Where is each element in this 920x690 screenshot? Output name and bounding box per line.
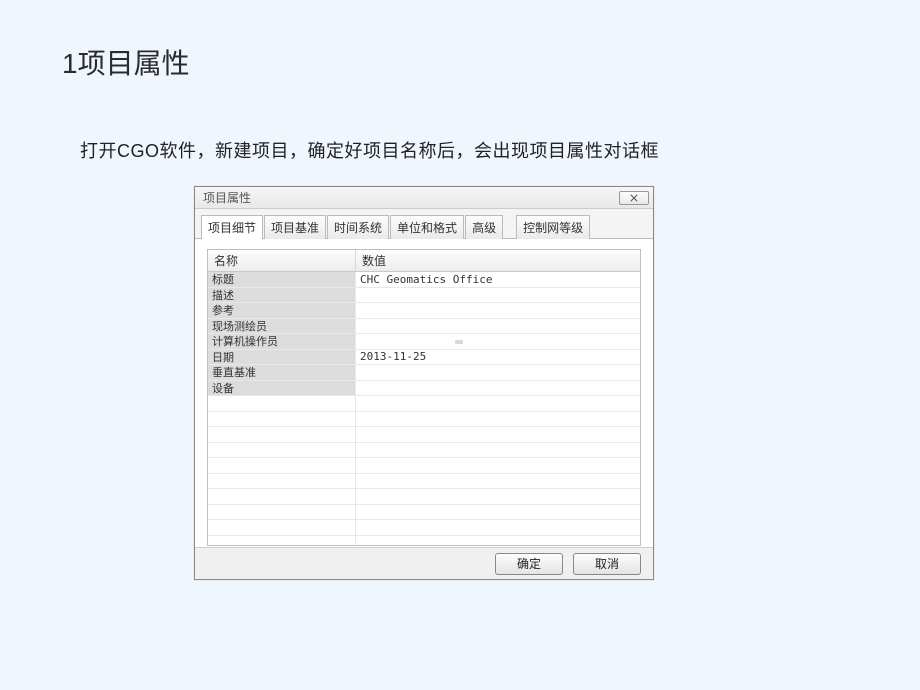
table-row[interactable]: 描述 (208, 288, 640, 304)
watermark-dot (455, 340, 463, 344)
row-name: 设备 (208, 381, 356, 396)
table-row-empty (208, 505, 640, 521)
table-row-empty (208, 427, 640, 443)
ok-button[interactable]: 确定 (495, 553, 563, 575)
table-row-empty (208, 536, 640, 547)
table-row[interactable]: 现场测绘员 (208, 319, 640, 335)
table-row-empty (208, 489, 640, 505)
row-name: 标题 (208, 272, 356, 287)
row-value[interactable] (356, 334, 640, 349)
table-row[interactable]: 日期 2013-11-25 (208, 350, 640, 366)
tab-bar: 项目细节 项目基准 时间系统 单位和格式 高级 控制网等级 (195, 209, 653, 239)
row-value[interactable] (356, 365, 640, 380)
row-value[interactable] (356, 303, 640, 318)
table-row[interactable]: 参考 (208, 303, 640, 319)
table-row-empty (208, 412, 640, 428)
table-row-empty (208, 520, 640, 536)
table-row-empty (208, 474, 640, 490)
row-value[interactable] (356, 319, 640, 334)
close-button[interactable] (619, 191, 649, 205)
grid-header: 名称 数值 (208, 250, 640, 272)
tab-project-datum[interactable]: 项目基准 (264, 215, 326, 239)
close-icon (630, 194, 638, 202)
page-description: 打开CGO软件，新建项目，确定好项目名称后，会出现项目属性对话框 (80, 137, 659, 163)
tab-project-details[interactable]: 项目细节 (201, 215, 263, 240)
dialog-footer: 确定 取消 (195, 547, 653, 579)
row-name: 参考 (208, 303, 356, 318)
dialog-titlebar: 项目属性 (195, 187, 653, 209)
properties-grid: 名称 数值 标题 CHC Geomatics Office 描述 参考 现场测绘… (207, 249, 641, 546)
row-name: 计算机操作员 (208, 334, 356, 349)
row-name: 现场测绘员 (208, 319, 356, 334)
grid-body: 标题 CHC Geomatics Office 描述 参考 现场测绘员 计算机操… (208, 272, 640, 546)
table-row-empty (208, 458, 640, 474)
grid-header-value[interactable]: 数值 (356, 250, 640, 271)
row-value[interactable] (356, 288, 640, 303)
table-row-empty (208, 396, 640, 412)
table-row[interactable]: 设备 (208, 381, 640, 397)
grid-header-name[interactable]: 名称 (208, 250, 356, 271)
table-row[interactable]: 计算机操作员 (208, 334, 640, 350)
row-name: 垂直基准 (208, 365, 356, 380)
tab-units-format[interactable]: 单位和格式 (390, 215, 464, 239)
page-title: 1项目属性 (62, 42, 190, 82)
dialog-title: 项目属性 (203, 189, 251, 206)
table-row-empty (208, 443, 640, 459)
cancel-button[interactable]: 取消 (573, 553, 641, 575)
row-value[interactable]: CHC Geomatics Office (356, 272, 640, 287)
row-name: 日期 (208, 350, 356, 365)
table-row[interactable]: 垂直基准 (208, 365, 640, 381)
tab-control-network-grade[interactable]: 控制网等级 (516, 215, 590, 239)
tab-content: 名称 数值 标题 CHC Geomatics Office 描述 参考 现场测绘… (195, 239, 653, 554)
project-properties-dialog: 项目属性 项目细节 项目基准 时间系统 单位和格式 高级 控制网等级 名称 数值… (194, 186, 654, 580)
row-value[interactable]: 2013-11-25 (356, 350, 640, 365)
tab-time-system[interactable]: 时间系统 (327, 215, 389, 239)
row-name: 描述 (208, 288, 356, 303)
row-value[interactable] (356, 381, 640, 396)
tab-advanced[interactable]: 高级 (465, 215, 503, 239)
table-row[interactable]: 标题 CHC Geomatics Office (208, 272, 640, 288)
